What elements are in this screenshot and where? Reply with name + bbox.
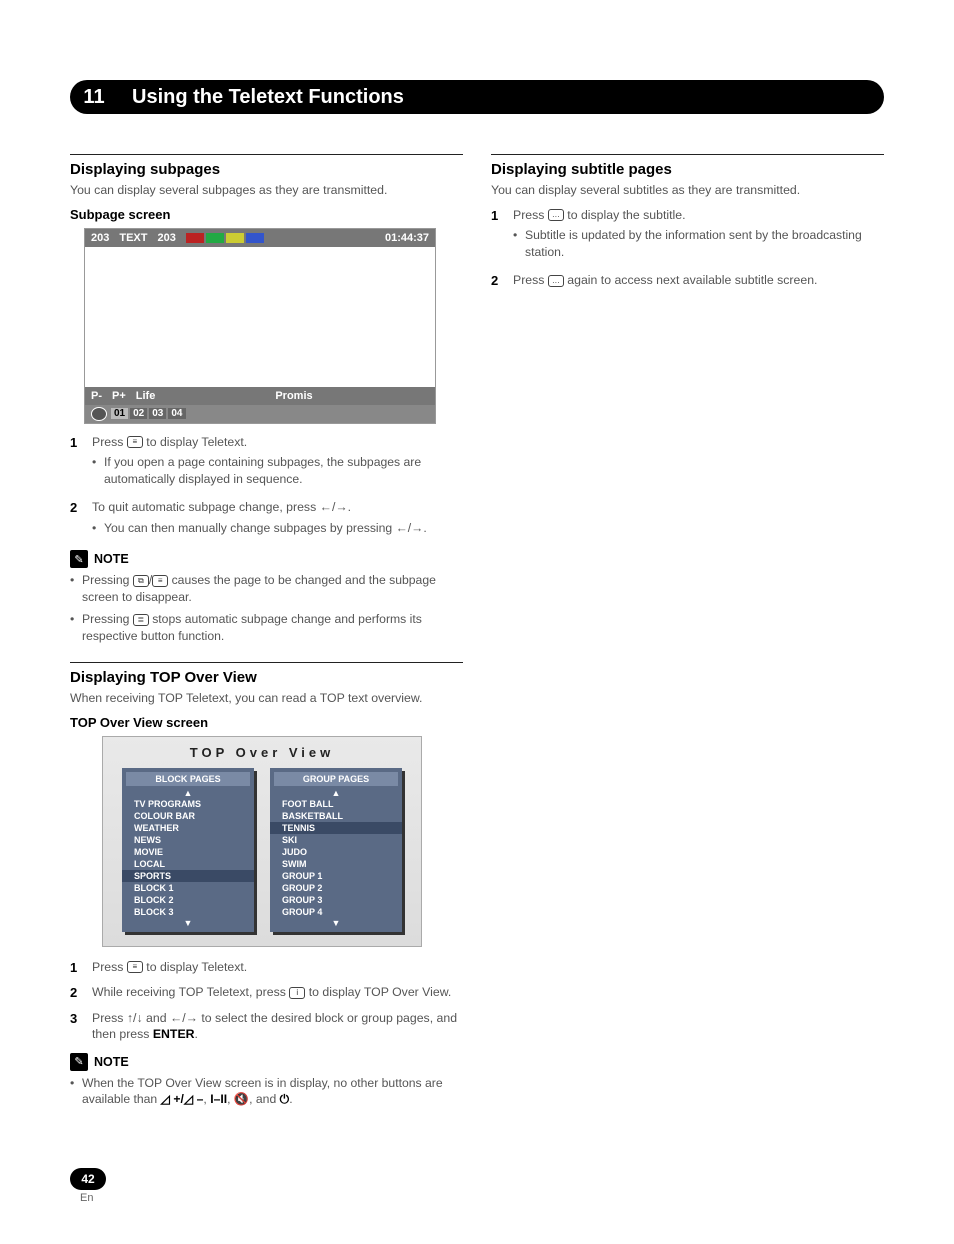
page-number-badge: 42: [70, 1168, 106, 1190]
page-footer: 42 En: [70, 1168, 106, 1204]
pencil-icon: ✎: [70, 550, 88, 568]
section-heading-subtitle: Displaying subtitle pages: [491, 161, 884, 178]
top-steps: 1Press ≡ to display Teletext. 2While rec…: [70, 959, 463, 1043]
top-lead: When receiving TOP Teletext, you can rea…: [70, 690, 463, 707]
chapter-title-bar: Using the Teletext Functions: [116, 80, 884, 114]
subpages-lead: You can display several subpages as they…: [70, 182, 463, 199]
top-screen-label: TOP Over View screen: [70, 715, 463, 730]
ttx-text-label: TEXT: [119, 232, 147, 244]
note-label: NOTE: [94, 552, 129, 566]
audio-mode-icon: I–II: [210, 1092, 227, 1106]
subtitle-step1-sub: Subtitle is updated by the information s…: [513, 227, 884, 260]
step-number: 1: [70, 434, 82, 492]
pencil-icon: ✎: [70, 1053, 88, 1071]
ttx-p-plus: P+: [112, 390, 126, 402]
step2-sub: You can then manually change subpages by…: [92, 520, 463, 536]
ttx-subpage-numbers: 01 02 03 04: [111, 408, 186, 419]
step-number: 2: [70, 499, 82, 540]
top-notes: When the TOP Over View screen is in disp…: [70, 1075, 463, 1108]
section-heading-subpages: Displaying subpages: [70, 161, 463, 178]
subtitle-icon: …: [548, 209, 564, 221]
ttx-promis: Promis: [275, 390, 312, 402]
power-icon: ⏻: [280, 1092, 290, 1106]
volume-minus-icon: ◿ –: [184, 1092, 204, 1106]
subpage-screen-label: Subpage screen: [70, 207, 463, 222]
subtitle-icon: …: [548, 275, 564, 287]
teletext-icon: ≡: [127, 436, 143, 448]
ttx-life: Life: [136, 390, 156, 402]
page-language: En: [80, 1192, 106, 1204]
enter-label: ENTER: [153, 1027, 195, 1041]
left-arrow-icon: ←: [320, 500, 332, 514]
tov-title: TOP Over View: [111, 745, 413, 760]
subtitle-lead: You can display several subtitles as the…: [491, 182, 884, 199]
right-column: Displaying subtitle pages You can displa…: [491, 154, 884, 1114]
mute-icon: 🔇: [234, 1092, 249, 1106]
note-header: ✎ NOTE: [70, 550, 463, 568]
note-header-top: ✎ NOTE: [70, 1053, 463, 1071]
subtitle-steps: 1 Press … to display the subtitle. Subti…: [491, 207, 884, 290]
ttx-rotate-icon: [91, 407, 107, 421]
ttx-color-bars: [186, 233, 264, 243]
subpages-steps: 1 Press ≡ to display Teletext. If you op…: [70, 434, 463, 541]
step1-sub: If you open a page containing subpages, …: [92, 454, 463, 487]
chapter-header: 11 Using the Teletext Functions: [70, 80, 884, 114]
ttx-page-left: 203: [91, 232, 109, 244]
ttx-clock: 01:44:37: [385, 232, 429, 244]
info-icon: i: [289, 987, 305, 999]
volume-plus-icon: ◿ +/: [161, 1092, 184, 1106]
top-overview-screenshot: TOP Over View BLOCK PAGES ▲ TV PROGRAMS …: [102, 736, 422, 947]
right-arrow-icon: →: [335, 500, 347, 514]
left-column: Displaying subpages You can display seve…: [70, 154, 463, 1114]
block-pages-col: BLOCK PAGES ▲ TV PROGRAMS COLOUR BAR WEA…: [122, 768, 254, 932]
ttx-p-minus: P-: [91, 390, 102, 402]
ttx-page-mid: 203: [157, 232, 175, 244]
teletext-subpage-screenshot: 203 TEXT 203 01:44:37 P- P+ Life Promis …: [84, 228, 436, 424]
teletext-icon: ≡: [152, 575, 168, 587]
subpage-icon: ⧉: [133, 575, 149, 587]
hold-icon: ≣: [133, 614, 149, 626]
chapter-number-badge: 11: [70, 80, 118, 114]
section-heading-topoverview: Displaying TOP Over View: [70, 669, 463, 686]
subpages-notes: Pressing ⧉/≡ causes the page to be chang…: [70, 572, 463, 644]
group-pages-col: GROUP PAGES ▲ FOOT BALL BASKETBALL TENNI…: [270, 768, 402, 932]
chapter-title: Using the Teletext Functions: [132, 86, 404, 109]
teletext-icon: ≡: [127, 961, 143, 973]
